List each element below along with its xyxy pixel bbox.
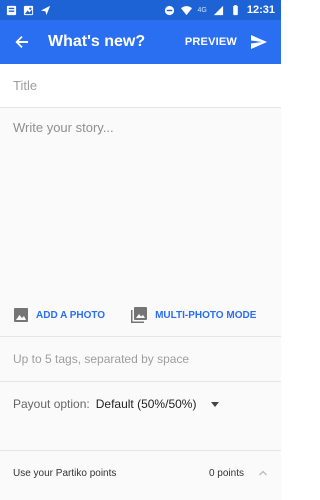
title-input[interactable]: Title	[0, 64, 281, 108]
send-button[interactable]	[237, 20, 281, 64]
photo-library-icon	[131, 307, 148, 323]
image-notification-icon	[23, 5, 34, 15]
status-bar: 4G 12:31	[0, 0, 281, 20]
app-bar: What's new? PREVIEW	[0, 20, 281, 64]
post-form: Title Write your story... ADD A PHOTO MU…	[0, 64, 281, 500]
back-arrow-icon	[15, 36, 28, 48]
status-time: 12:31	[246, 4, 275, 16]
points-value: 0 points	[208, 467, 244, 479]
preview-button[interactable]: PREVIEW	[185, 36, 237, 48]
battery-icon	[233, 4, 238, 15]
tags-input[interactable]: Up to 5 tags, separated by space	[0, 336, 281, 382]
photo-actions: ADD A PHOTO MULTI-PHOTO MODE	[0, 304, 281, 326]
chevron-up-icon[interactable]	[258, 468, 268, 478]
divider	[0, 450, 281, 451]
back-button[interactable]	[0, 20, 44, 64]
multi-photo-button[interactable]: MULTI-PHOTO MODE	[131, 307, 256, 323]
wifi-icon	[180, 5, 192, 15]
story-input[interactable]: Write your story...	[0, 108, 281, 298]
image-icon	[14, 308, 28, 322]
points-row[interactable]: Use your Partiko points 0 points	[0, 456, 281, 490]
payout-value: Default (50%/50%)	[95, 397, 197, 411]
send-notification-icon	[40, 5, 51, 15]
dropdown-arrow-icon	[211, 402, 220, 407]
add-photo-button[interactable]: ADD A PHOTO	[14, 308, 105, 322]
network-type: 4G	[197, 6, 207, 14]
signal-icon	[213, 5, 223, 15]
send-icon	[251, 35, 267, 49]
payout-label: Payout option:	[13, 397, 90, 411]
do-not-disturb-icon	[164, 5, 174, 15]
page-title: What's new?	[48, 33, 146, 50]
notification-icon	[6, 5, 17, 15]
multi-photo-label: MULTI-PHOTO MODE	[155, 309, 257, 321]
add-photo-label: ADD A PHOTO	[36, 309, 106, 321]
points-label: Use your Partiko points	[13, 467, 117, 479]
payout-selector[interactable]: Payout option: Default (50%/50%)	[0, 384, 281, 424]
